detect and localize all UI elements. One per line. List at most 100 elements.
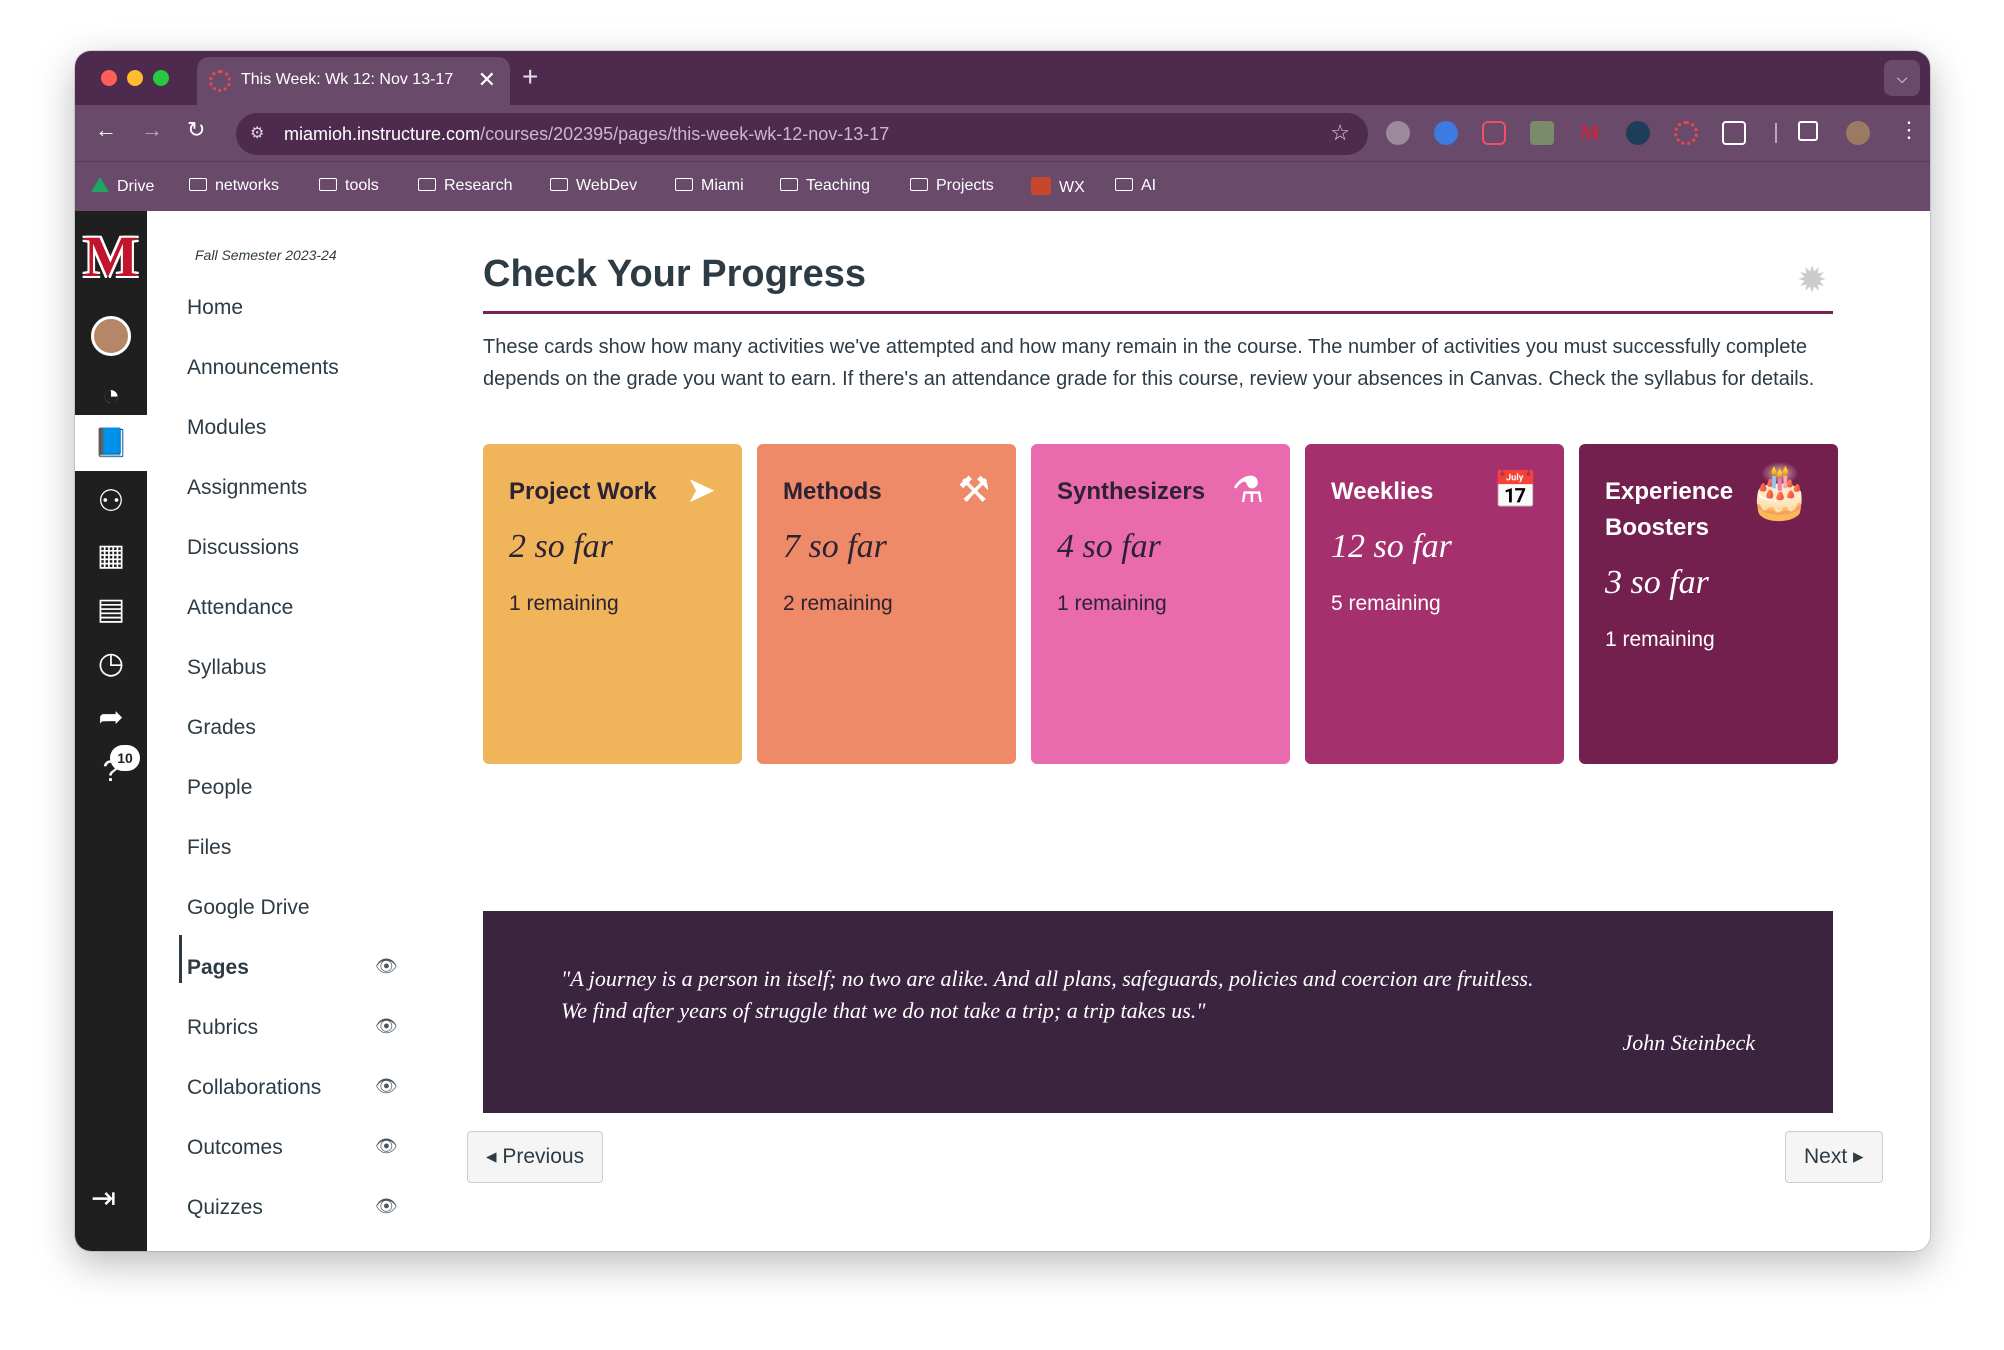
hidden-eye-icon: 👁 (375, 1016, 398, 1036)
intro-paragraph: These cards show how many activities we'… (483, 336, 1815, 390)
course-nav-announcements[interactable]: Announcements (187, 356, 339, 380)
canvas-favicon-icon (209, 70, 231, 92)
next-button[interactable]: Next ▸ (1785, 1131, 1883, 1183)
inbox-icon[interactable]: ▤ (75, 585, 147, 635)
bookmark-label: Miami (701, 177, 744, 194)
courses-icon[interactable]: 📘 (75, 415, 147, 471)
browser-menu-icon[interactable]: ⋮ (1898, 117, 1920, 143)
folder-icon (550, 178, 568, 191)
course-nav-outcomes[interactable]: Outcomes (187, 1136, 283, 1160)
card-title: Weeklies (1331, 478, 1434, 505)
tools-icon: ⚒ (957, 469, 990, 510)
browser-toolbar: ← → ↻ ⚙ miamioh.instructure.com/courses/… (75, 105, 1930, 161)
global-navigation: M ◔ 📘 ⚇ ▦ ▤ ◷ ➦ ? 10 ⇥ (75, 211, 147, 1251)
calendar-icon: 📅 (1493, 469, 1538, 510)
canvas-page: M ◔ 📘 ⚇ ▦ ▤ ◷ ➦ ? 10 ⇥ Fall Semester 202… (75, 211, 1930, 1251)
address-bar[interactable]: ⚙ miamioh.instructure.com/courses/202395… (236, 113, 1368, 155)
card-remaining: 2 remaining (783, 592, 893, 615)
miami-extension-icon[interactable]: M (1578, 121, 1602, 145)
google-drive-icon (91, 177, 109, 192)
folder-icon (418, 178, 436, 191)
bookmark-drive[interactable]: Drive (91, 177, 154, 196)
collapse-nav-icon[interactable]: ⇥ (91, 1181, 116, 1216)
bookmark-label: Teaching (806, 177, 871, 194)
course-nav-pages[interactable]: Pages (187, 956, 249, 980)
site-settings-icon[interactable]: ⚙ (250, 123, 264, 143)
bookmark-networks[interactable]: networks (189, 177, 279, 195)
reload-icon[interactable]: ↻ (187, 117, 205, 143)
course-navigation: Fall Semester 2023-24 Home Announcements… (147, 211, 447, 1251)
grammarly-extension-icon[interactable] (1386, 121, 1410, 145)
flask-icon: ⚗ (1231, 469, 1264, 510)
groups-icon[interactable]: ⚇ (75, 477, 147, 527)
course-nav-people[interactable]: People (187, 776, 252, 800)
folder-icon (780, 178, 798, 191)
bookmark-research[interactable]: Research (418, 177, 512, 195)
forward-arrow-icon[interactable]: → (141, 117, 163, 143)
bookmark-tools[interactable]: tools (319, 177, 379, 195)
badge-seal-icon: ✹ (1797, 259, 1828, 300)
profile-avatar[interactable] (1846, 121, 1870, 145)
quote-author: John Steinbeck (1622, 1030, 1755, 1055)
extension-icon[interactable] (1626, 121, 1650, 145)
bookmark-miami[interactable]: Miami (675, 177, 744, 195)
card-remaining: 1 remaining (1605, 628, 1715, 651)
history-clock-icon[interactable]: ◷ (75, 639, 147, 689)
course-nav-grades[interactable]: Grades (187, 716, 256, 740)
browser-tab[interactable]: This Week: Wk 12: Nov 13-17 ✕ (197, 57, 510, 105)
semester-label: Fall Semester 2023-24 (195, 247, 337, 263)
progress-card-project-work: Project Work ➤ 2 so far 1 remaining (483, 444, 742, 764)
course-nav-collaborations[interactable]: Collaborations (187, 1076, 321, 1100)
folder-icon (675, 178, 693, 191)
bookmark-wx[interactable]: WX (1031, 177, 1085, 197)
commons-icon[interactable]: ➦ (75, 693, 147, 743)
canvas-extension-icon[interactable] (1674, 121, 1698, 145)
pocket-extension-icon[interactable] (1482, 121, 1506, 145)
url-host: miamioh.instructure.com (284, 124, 481, 144)
course-nav-files[interactable]: Files (187, 836, 231, 860)
tab-search-chevron-icon[interactable]: ⌵ (1884, 60, 1920, 96)
bookmark-label: Drive (117, 178, 155, 195)
close-window-button[interactable] (101, 70, 117, 86)
previous-button[interactable]: ◂ Previous (467, 1131, 604, 1183)
course-nav-modules[interactable]: Modules (187, 416, 266, 440)
hidden-eye-icon: 👁 (375, 1196, 398, 1216)
course-nav-syllabus[interactable]: Syllabus (187, 656, 266, 680)
bookmark-star-icon[interactable]: ☆ (1330, 120, 1350, 146)
calendar-icon[interactable]: ▦ (75, 531, 147, 581)
miami-logo[interactable]: M (81, 228, 141, 286)
new-tab-button[interactable]: + (522, 61, 538, 93)
hidden-eye-icon: 👁 (375, 1136, 398, 1156)
card-title: Methods (783, 478, 882, 505)
page-title: Check Your Progress (483, 253, 866, 295)
bookmark-ai[interactable]: AI (1115, 177, 1156, 195)
extensions-puzzle-icon[interactable] (1722, 121, 1746, 145)
card-remaining: 5 remaining (1331, 592, 1441, 615)
card-remaining: 1 remaining (509, 592, 619, 615)
password-manager-extension-icon[interactable] (1434, 121, 1458, 145)
course-nav-attendance[interactable]: Attendance (187, 596, 293, 620)
course-nav-quizzes[interactable]: Quizzes (187, 1196, 263, 1220)
course-nav-assignments[interactable]: Assignments (187, 476, 307, 500)
course-nav-discussions[interactable]: Discussions (187, 536, 299, 560)
bookmark-label: WX (1059, 179, 1085, 196)
account-avatar[interactable] (91, 316, 131, 356)
card-remaining: 1 remaining (1057, 592, 1167, 615)
quote-block: "A journey is a person in itself; no two… (483, 911, 1833, 1113)
course-nav-home[interactable]: Home (187, 296, 243, 320)
url-text: miamioh.instructure.com/courses/202395/p… (284, 124, 889, 145)
toolbar-divider (1775, 123, 1777, 143)
maximize-window-button[interactable] (153, 70, 169, 86)
bookmark-projects[interactable]: Projects (910, 177, 994, 195)
bookmark-teaching[interactable]: Teaching (780, 177, 870, 195)
minimize-window-button[interactable] (127, 70, 143, 86)
help-badge: 10 (110, 745, 140, 771)
side-panel-icon[interactable] (1798, 121, 1818, 141)
bookmark-webdev[interactable]: WebDev (550, 177, 637, 195)
course-nav-google-drive[interactable]: Google Drive (187, 896, 310, 920)
p-extension-icon[interactable] (1530, 121, 1554, 145)
tab-close-icon[interactable]: ✕ (478, 67, 496, 93)
back-arrow-icon[interactable]: ← (95, 117, 117, 143)
dashboard-icon[interactable]: ◔ (75, 371, 147, 421)
course-nav-rubrics[interactable]: Rubrics (187, 1016, 258, 1040)
